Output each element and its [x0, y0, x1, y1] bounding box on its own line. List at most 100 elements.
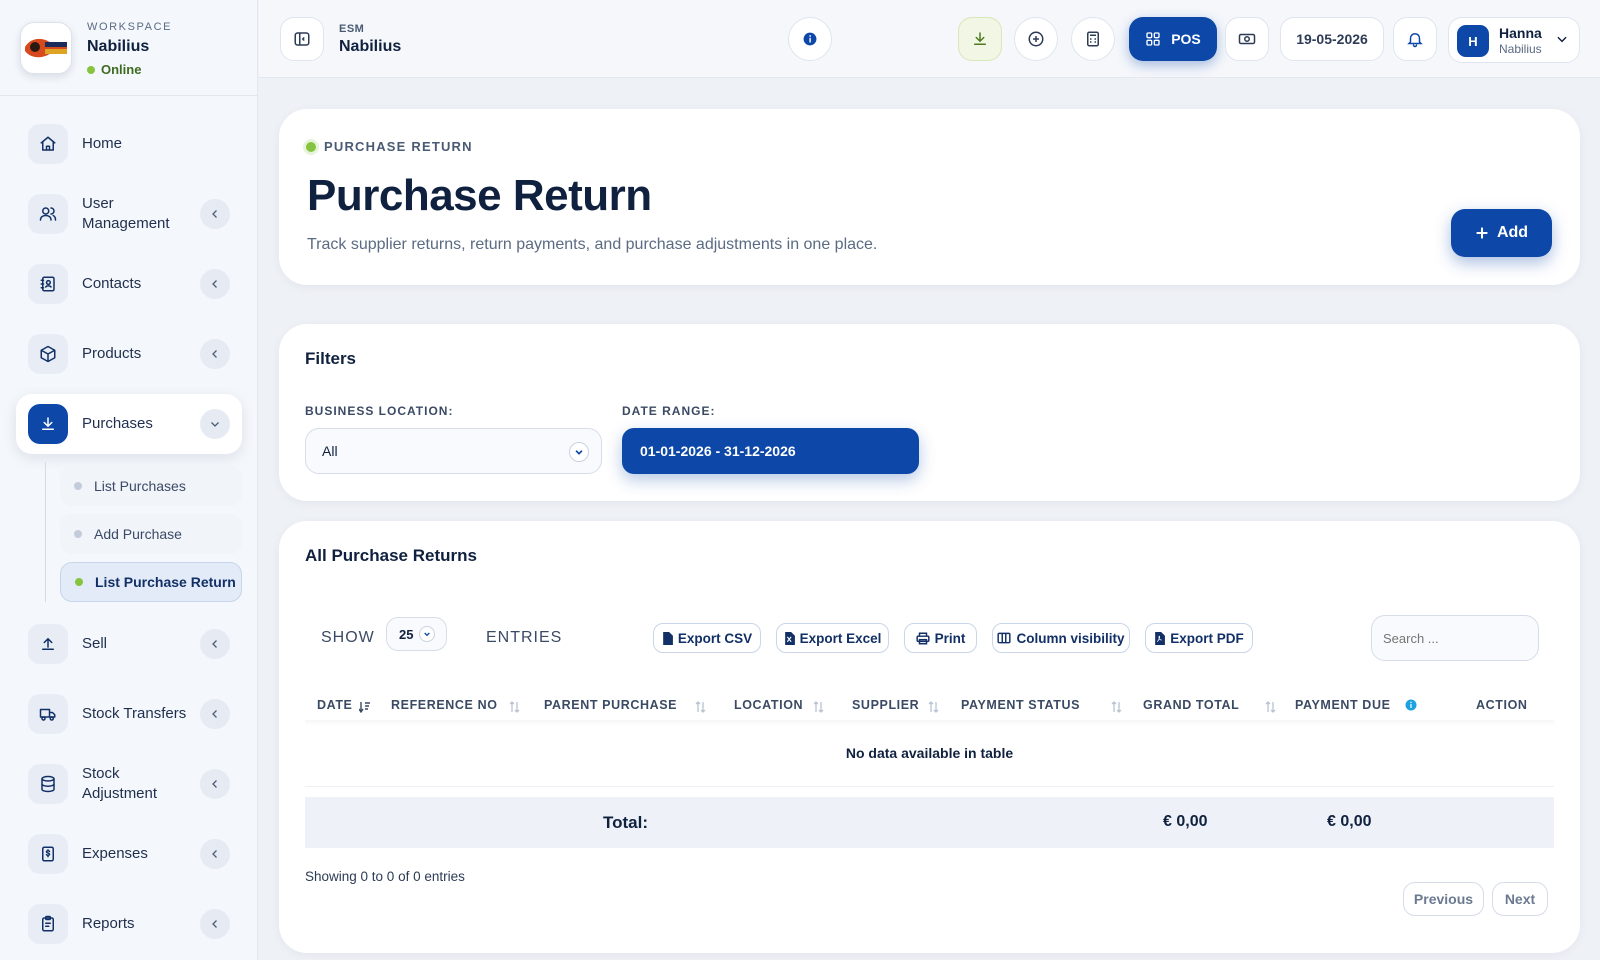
upload-icon	[28, 624, 68, 664]
column-header-payment-due[interactable]: PAYMENT DUE	[1295, 698, 1391, 712]
download-button[interactable]	[958, 17, 1002, 61]
column-visibility-label: Column visibility	[1016, 630, 1125, 646]
column-header-grand-total[interactable]: GRAND TOTAL	[1143, 698, 1239, 712]
sidebar-item-stock-transfers[interactable]: Stock Transfers	[16, 684, 242, 744]
location-select[interactable]: All	[305, 428, 602, 474]
status-dot	[306, 141, 316, 152]
contacts-icon	[28, 264, 68, 304]
chevron-left-icon[interactable]	[200, 839, 230, 869]
column-header-location[interactable]: LOCATION	[734, 698, 803, 712]
toggle-sidebar-button[interactable]	[280, 17, 324, 61]
notifications-button[interactable]	[1393, 17, 1437, 61]
table-total-row: Total: € 0,00 € 0,00	[305, 797, 1554, 848]
page-description: Track supplier returns, return payments,…	[307, 236, 878, 253]
workspace-name: Nabilius	[87, 38, 150, 55]
sidebar-item-products[interactable]: Products	[16, 324, 242, 384]
excel-icon	[784, 631, 795, 645]
chevron-down-icon[interactable]	[200, 409, 230, 439]
page-header-card: PURCHASE RETURN Purchase Return Track su…	[279, 109, 1580, 285]
workspace-logo	[20, 22, 72, 74]
sidebar-item-sell[interactable]: Sell	[16, 614, 242, 674]
column-header-payment-status[interactable]: PAYMENT STATUS	[961, 698, 1080, 712]
export-csv-button[interactable]: Export CSV	[653, 623, 761, 653]
cash-button[interactable]	[1225, 17, 1269, 61]
location-label: BUSINESS LOCATION:	[305, 404, 454, 418]
next-page-button[interactable]: Next	[1492, 882, 1548, 916]
bullet-icon	[74, 482, 82, 490]
eyebrow-text: PURCHASE RETURN	[324, 139, 473, 154]
sidebar-item-stock-adjustment[interactable]: Stock Adjustment	[16, 754, 242, 814]
receipt-icon	[28, 834, 68, 874]
column-header-action: ACTION	[1476, 698, 1528, 712]
sidebar-item-reports[interactable]: Reports	[16, 894, 242, 954]
sidebar-item-contacts[interactable]: Contacts	[16, 254, 242, 314]
export-csv-label: Export CSV	[677, 630, 753, 646]
home-icon	[28, 124, 68, 164]
submenu-line	[45, 462, 46, 602]
chevron-left-icon[interactable]	[200, 699, 230, 729]
pos-button[interactable]: POS	[1129, 17, 1217, 61]
chevron-left-icon[interactable]	[200, 769, 230, 799]
sort-icon	[695, 701, 706, 713]
column-header-parent-purchase[interactable]: PARENT PURCHASE	[544, 698, 677, 712]
sidebar-item-label: Sell	[82, 635, 108, 652]
sidebar-item-home[interactable]: Home	[16, 114, 242, 174]
previous-page-button[interactable]: Previous	[1403, 882, 1484, 916]
file-icon	[663, 631, 673, 645]
entries-select[interactable]: 25	[386, 617, 447, 651]
sidebar-item-purchases[interactable]: Purchases	[16, 394, 242, 454]
chevron-down-icon	[569, 442, 589, 462]
calculator-button[interactable]	[1071, 17, 1115, 61]
esm-label: ESM	[339, 23, 365, 35]
chevron-left-icon[interactable]	[200, 629, 230, 659]
chevron-left-icon[interactable]	[200, 199, 230, 229]
print-icon	[916, 632, 930, 644]
chevron-down-icon	[1557, 36, 1567, 43]
add-button[interactable]: Add	[1451, 209, 1552, 257]
entries-label: ENTRIES	[486, 629, 563, 646]
subitem-label: List Purchase Return	[95, 574, 236, 590]
chevron-left-icon[interactable]	[200, 339, 230, 369]
pdf-icon	[1155, 631, 1166, 645]
print-button[interactable]: Print	[904, 623, 977, 653]
add-circle-button[interactable]	[1014, 17, 1058, 61]
columns-icon	[997, 632, 1012, 644]
date-range-picker[interactable]: 01-01-2026 - 31-12-2026	[622, 428, 919, 474]
bullet-icon	[74, 530, 82, 538]
table-card: All Purchase Returns SHOW 25 ENTRIES Exp…	[279, 521, 1580, 953]
location-value: All	[322, 443, 338, 459]
sidebar-item-expenses[interactable]: Expenses	[16, 824, 242, 884]
info-button[interactable]	[788, 17, 832, 61]
date-display[interactable]: 19-05-2026	[1280, 17, 1384, 61]
filters-card: Filters BUSINESS LOCATION: All DATE RANG…	[279, 324, 1580, 501]
sidebar-item-user-management[interactable]: User Management	[16, 184, 242, 244]
page-eyebrow: PURCHASE RETURN	[306, 139, 473, 154]
total-label: Total:	[603, 813, 649, 832]
column-header-supplier[interactable]: SUPPLIER	[852, 698, 919, 712]
column-header-date[interactable]: DATE	[317, 698, 353, 712]
esm-name: Nabilius	[339, 38, 402, 55]
chevron-down-icon	[419, 626, 436, 642]
sidebar: WORKSPACE Nabilius Online Home User Mana…	[0, 0, 258, 960]
user-menu[interactable]: H Hanna Nabilius	[1448, 17, 1580, 63]
sidebar-subitem-list-purchases[interactable]: List Purchases	[60, 466, 242, 506]
column-visibility-button[interactable]: Column visibility	[992, 623, 1130, 653]
user-name: Hanna	[1499, 25, 1542, 41]
pos-label: POS	[1171, 31, 1201, 47]
date-range-label: DATE RANGE:	[622, 404, 716, 418]
chevron-left-icon[interactable]	[200, 909, 230, 939]
column-header-reference-no[interactable]: REFERENCE NO	[391, 698, 498, 712]
table-title: All Purchase Returns	[305, 546, 477, 565]
sidebar-subitem-list-purchase-return[interactable]: List Purchase Return	[60, 562, 242, 602]
truck-icon	[28, 694, 68, 734]
show-label: SHOW	[321, 629, 375, 646]
sidebar-item-label: Home	[82, 135, 123, 152]
avatar: H	[1457, 25, 1489, 57]
sidebar-subitem-add-purchase[interactable]: Add Purchase	[60, 514, 242, 554]
export-excel-button[interactable]: Export Excel	[776, 623, 889, 653]
export-pdf-button[interactable]: Export PDF	[1145, 623, 1253, 653]
search-input[interactable]	[1371, 615, 1539, 661]
sidebar-item-label: Purchases	[82, 415, 153, 432]
clipboard-icon	[28, 904, 68, 944]
chevron-left-icon[interactable]	[200, 269, 230, 299]
